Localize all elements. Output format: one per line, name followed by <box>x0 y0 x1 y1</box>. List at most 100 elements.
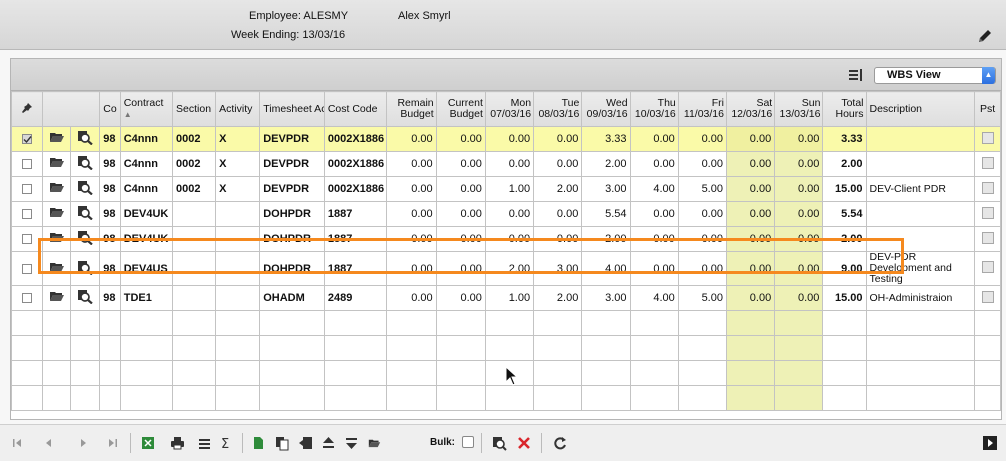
zoom-detail-icon[interactable] <box>77 155 94 171</box>
sun-hours-cell[interactable] <box>774 335 824 361</box>
row-checkbox[interactable] <box>21 293 32 304</box>
pst-checkbox[interactable] <box>981 156 994 169</box>
tue-hours-cell[interactable]: 2.00 <box>533 176 583 202</box>
sat-hours-cell[interactable] <box>725 335 776 361</box>
description-cell[interactable] <box>865 360 976 386</box>
description-cell[interactable] <box>865 310 976 336</box>
empty-table-row[interactable] <box>11 385 1001 411</box>
pst-checkbox[interactable] <box>981 206 994 219</box>
folder-open-icon[interactable] <box>49 181 65 194</box>
new-document-icon[interactable] <box>252 435 264 451</box>
wed-hours-cell[interactable]: 5.54 <box>581 201 631 227</box>
sun-hours-cell[interactable]: 0.00 <box>774 251 824 286</box>
cost-code-column-header[interactable]: Cost Code <box>323 91 388 127</box>
mon-hours-cell[interactable]: 0.00 <box>484 226 535 252</box>
list-icon[interactable] <box>198 435 211 451</box>
tue-hours-cell[interactable]: 0.00 <box>533 126 583 152</box>
columns-icon[interactable] <box>849 69 863 81</box>
fri-hours-cell[interactable]: 5.00 <box>677 285 727 311</box>
mon-hours-cell[interactable]: 2.00 <box>484 251 535 286</box>
sat-column-header[interactable]: Sat 12/03/16 <box>725 91 776 127</box>
table-row[interactable]: 98 DEV4US DOHPDR 1887 0.00 0.00 2.00 3.00 4.00 0.… <box>11 251 1001 286</box>
wed-hours-cell[interactable]: 4.00 <box>581 251 631 286</box>
zoom-detail-icon[interactable] <box>77 230 94 246</box>
thu-hours-cell[interactable] <box>629 385 679 411</box>
last-page-icon[interactable] <box>108 435 118 451</box>
zoom-detail-icon[interactable] <box>77 130 94 146</box>
row-checkbox[interactable] <box>21 234 32 245</box>
sat-hours-cell[interactable]: 0.00 <box>725 126 776 152</box>
thu-hours-cell[interactable]: 0.00 <box>629 226 679 252</box>
thu-hours-cell[interactable]: 0.00 <box>629 126 679 152</box>
tue-hours-cell[interactable]: 3.00 <box>533 251 583 286</box>
table-row[interactable]: 98 DEV4UK DOHPDR 1887 0.00 0.00 0.00 0.00 5.54 0.… <box>11 201 1001 227</box>
row-checkbox[interactable] <box>21 134 32 145</box>
wed-hours-cell[interactable] <box>581 385 631 411</box>
sum-icon[interactable]: Σ <box>220 435 232 451</box>
wed-hours-cell[interactable] <box>581 360 631 386</box>
pin-column-header[interactable] <box>11 91 43 127</box>
export-excel-icon[interactable] <box>141 435 155 451</box>
wed-hours-cell[interactable]: 2.00 <box>581 151 631 177</box>
paste-icon[interactable] <box>299 435 313 451</box>
tue-hours-cell[interactable]: 0.00 <box>533 226 583 252</box>
move-up-icon[interactable] <box>322 435 335 451</box>
folder-open-icon[interactable] <box>49 261 65 274</box>
sun-hours-cell[interactable] <box>774 360 824 386</box>
wed-hours-cell[interactable]: 2.00 <box>581 226 631 252</box>
fri-hours-cell[interactable] <box>677 310 727 336</box>
pst-checkbox[interactable] <box>981 181 994 194</box>
sat-hours-cell[interactable]: 0.00 <box>725 251 776 286</box>
previous-page-icon[interactable] <box>45 435 53 451</box>
copy-icon[interactable] <box>275 435 289 451</box>
pst-checkbox[interactable] <box>981 131 994 144</box>
pst-checkbox[interactable] <box>981 231 994 244</box>
table-row[interactable]: 98 C4nnn 0002 X DEVPDR 0002X1886 0.00 0.00 0.00 0… <box>11 126 1001 152</box>
fri-hours-cell[interactable]: 0.00 <box>677 251 727 286</box>
tue-hours-cell[interactable]: 2.00 <box>533 285 583 311</box>
fri-hours-cell[interactable] <box>677 385 727 411</box>
sun-hours-cell[interactable]: 0.00 <box>774 201 824 227</box>
description-cell[interactable]: OH-Administraion <box>865 285 976 311</box>
activity-column-header[interactable]: Activity <box>215 91 261 127</box>
tue-hours-cell[interactable] <box>533 310 583 336</box>
description-cell[interactable] <box>865 151 976 177</box>
wed-hours-cell[interactable] <box>581 335 631 361</box>
pencil-icon[interactable] <box>976 27 994 45</box>
sun-hours-cell[interactable]: 0.00 <box>774 176 824 202</box>
description-cell[interactable] <box>865 226 976 252</box>
sun-hours-cell[interactable]: 0.00 <box>774 126 824 152</box>
first-page-icon[interactable] <box>12 435 22 451</box>
folder-open-icon[interactable] <box>49 131 65 144</box>
tue-hours-cell[interactable] <box>533 360 583 386</box>
description-cell[interactable]: DEV-PDR Development and Testing <box>865 251 976 286</box>
table-row[interactable]: 98 TDE1 OHADM 2489 0.00 0.00 1.00 2.00 3.00 4.00 5… <box>11 285 1001 311</box>
table-row[interactable]: 98 C4nnn 0002 X DEVPDR 0002X1886 0.00 0.00 1.00 2… <box>11 176 1001 202</box>
pst-column-header[interactable]: Pst <box>974 91 1001 127</box>
zoom-search-icon[interactable] <box>492 435 507 451</box>
zoom-detail-icon[interactable] <box>77 289 94 305</box>
row-checkbox[interactable] <box>21 263 32 274</box>
tue-column-header[interactable]: Tue 08/03/16 <box>533 91 583 127</box>
sat-hours-cell[interactable] <box>725 360 776 386</box>
description-column-header[interactable]: Description <box>865 91 976 127</box>
thu-hours-cell[interactable]: 0.00 <box>629 201 679 227</box>
thu-hours-cell[interactable]: 0.00 <box>629 251 679 286</box>
mon-hours-cell[interactable] <box>484 385 535 411</box>
co-column-header[interactable]: Co <box>99 91 121 127</box>
contract-column-header[interactable]: Contract ▲ <box>119 91 174 127</box>
folder-open-icon[interactable] <box>49 206 65 219</box>
fri-hours-cell[interactable]: 0.00 <box>677 126 727 152</box>
thu-hours-cell[interactable]: 0.00 <box>629 151 679 177</box>
fri-hours-cell[interactable]: 0.00 <box>677 226 727 252</box>
fri-hours-cell[interactable]: 0.00 <box>677 151 727 177</box>
remain-budget-column-header[interactable]: Remain Budget <box>386 91 437 127</box>
sun-column-header[interactable]: Sun 13/03/16 <box>774 91 824 127</box>
next-page-icon[interactable] <box>79 435 87 451</box>
thu-hours-cell[interactable] <box>629 335 679 361</box>
sat-hours-cell[interactable] <box>725 385 776 411</box>
move-down-icon[interactable] <box>345 435 358 451</box>
sun-hours-cell[interactable]: 0.00 <box>774 226 824 252</box>
empty-table-row[interactable] <box>11 310 1001 336</box>
thu-hours-cell[interactable] <box>629 310 679 336</box>
